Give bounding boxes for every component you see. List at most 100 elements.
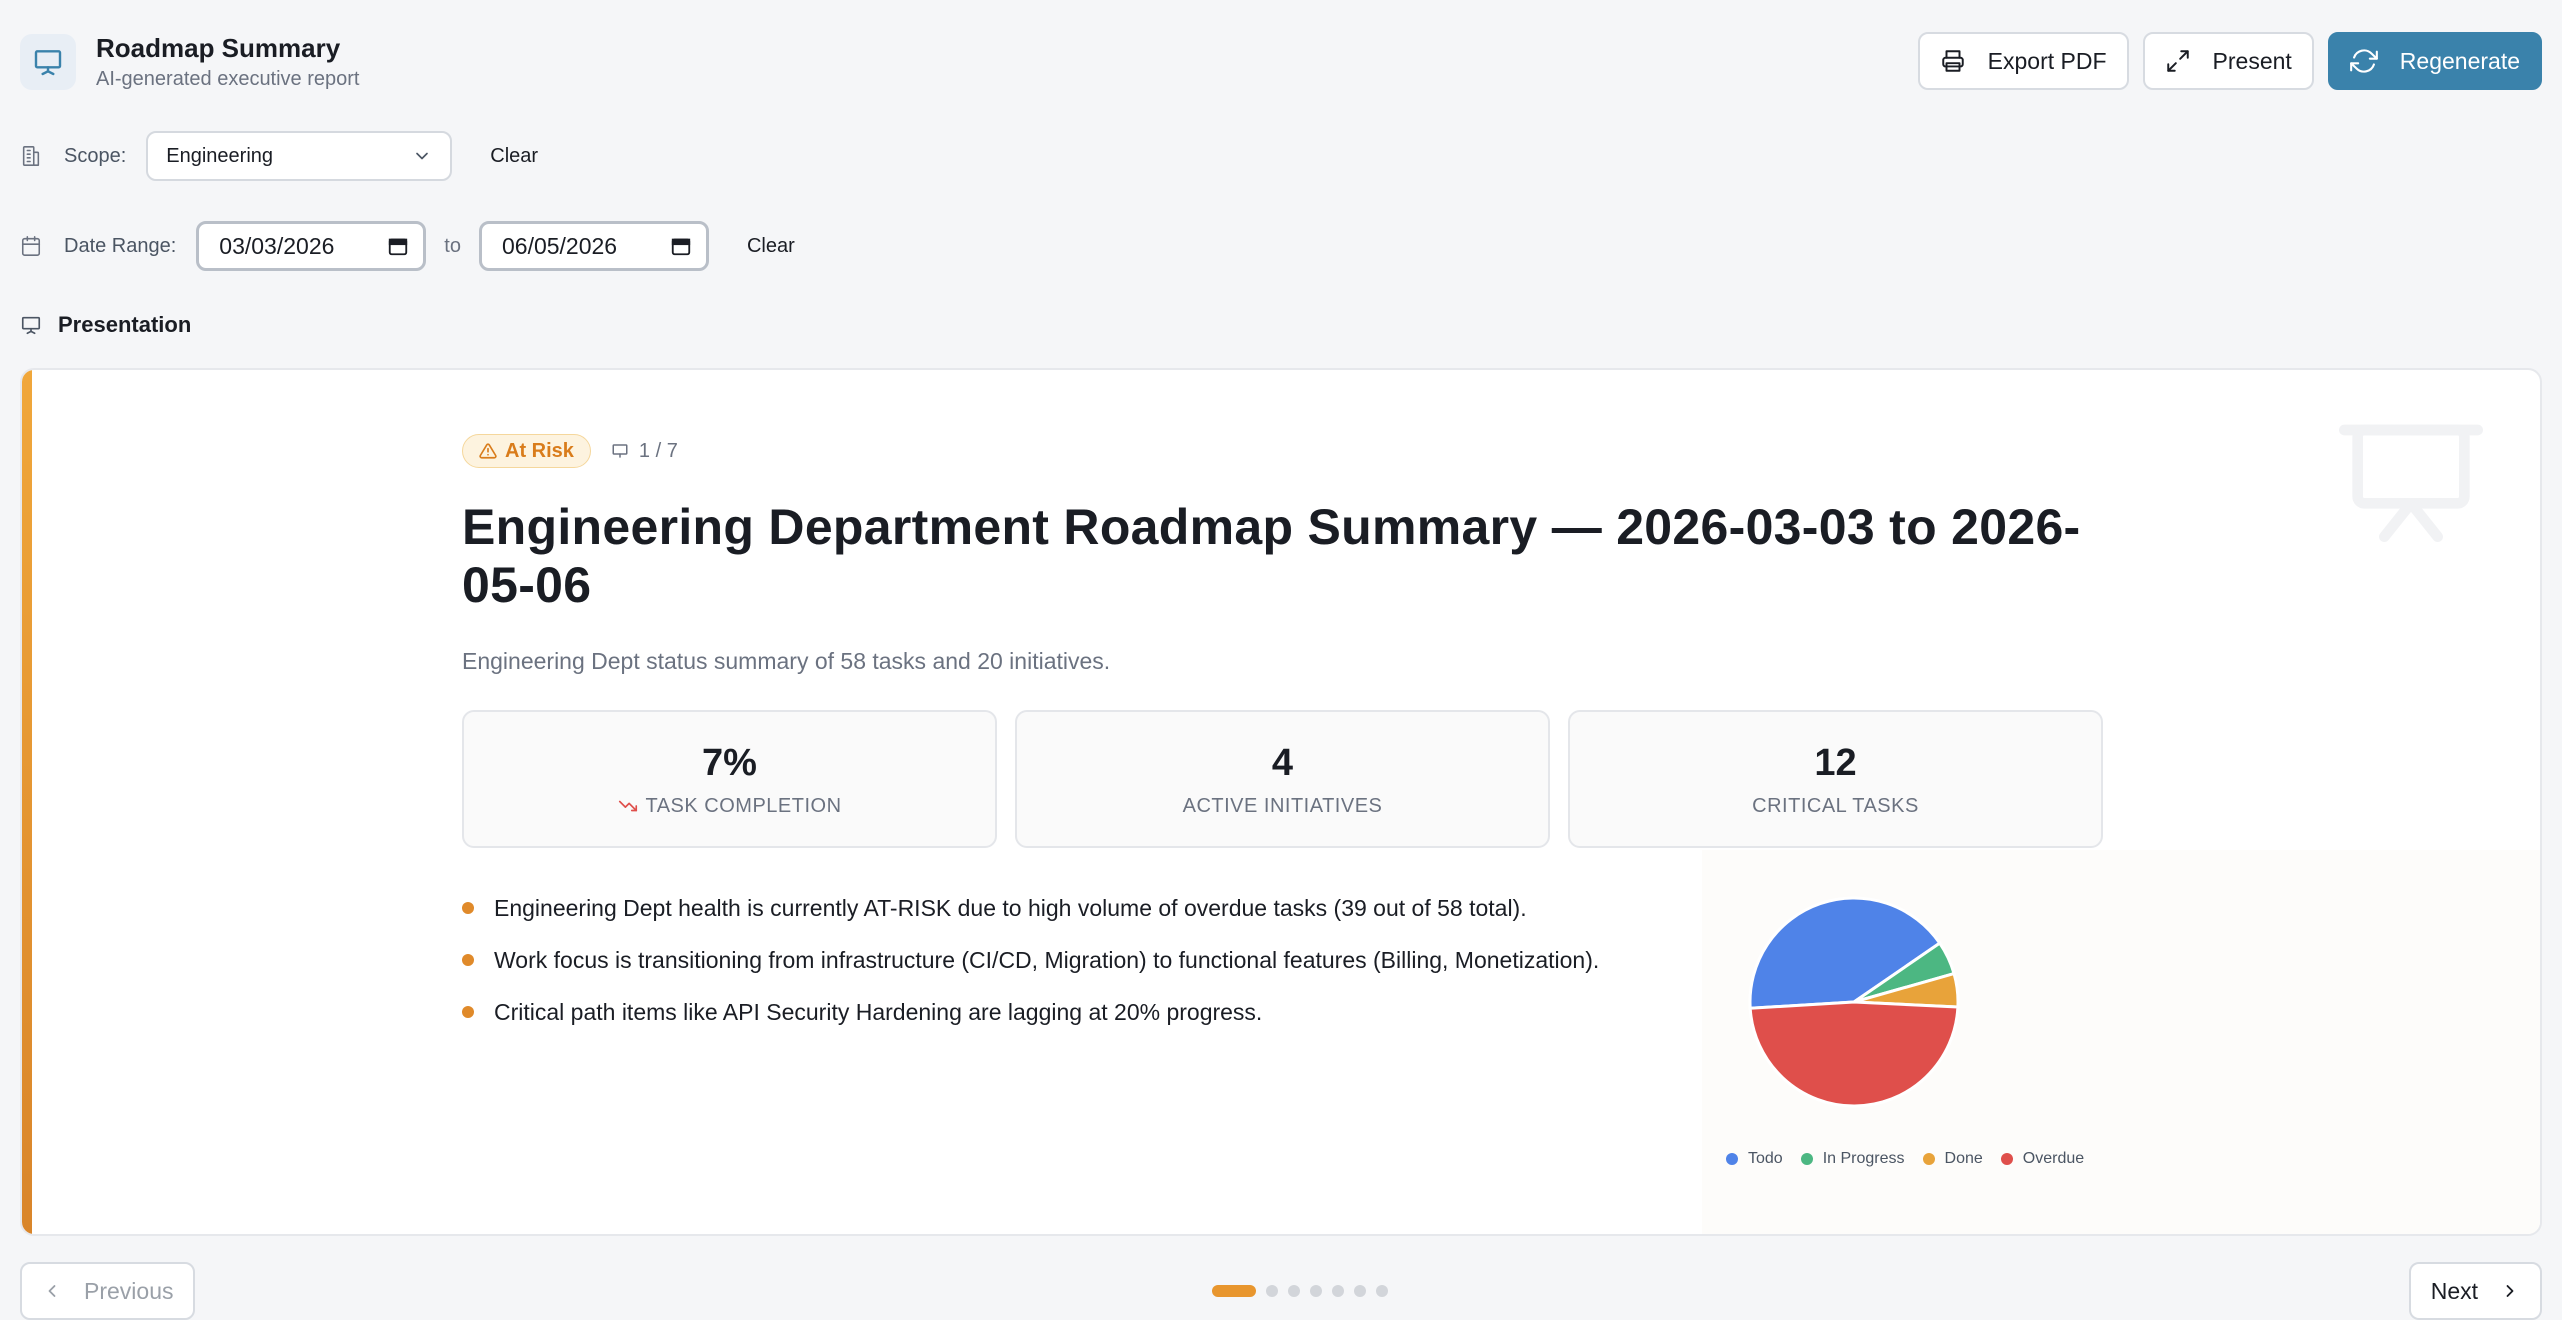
pie-chart-svg (1748, 896, 1960, 1108)
calendar-icon (21, 236, 41, 256)
scope-label: Scope: (64, 144, 127, 167)
kpi-label: ACTIVE INITIATIVES (1182, 794, 1383, 817)
next-button[interactable]: Next (2408, 1262, 2542, 1320)
refresh-icon (2349, 49, 2378, 73)
expand-icon (2166, 50, 2189, 72)
status-badge: At Risk (462, 434, 591, 468)
bullet-text: Work focus is transitioning from infrast… (494, 946, 1600, 973)
previous-label: Previous (84, 1277, 174, 1304)
date-clear-button[interactable]: Clear (747, 235, 795, 258)
slide-title: Engineering Department Roadmap Summary —… (462, 499, 2081, 613)
slide-icon (612, 444, 628, 458)
legend-dot (1800, 1153, 1813, 1165)
pagination-dot-7[interactable] (1376, 1285, 1388, 1297)
chevron-right-icon (2506, 1285, 2514, 1297)
export-pdf-label: Export PDF (1987, 47, 2107, 74)
kpi-card-active-initiatives: 4 ACTIVE INITIATIVES (1015, 710, 1550, 848)
roadmap-summary-page: Roadmap Summary AI-generated executive r… (0, 0, 2562, 1320)
scope-filter: Scope: Engineering Clear (20, 131, 538, 181)
slide-description: Engineering Dept status summary of 58 ta… (462, 648, 1111, 674)
trend-down-icon (619, 800, 638, 812)
presentation-icon (21, 316, 41, 335)
list-item: Work focus is transitioning from infrast… (462, 934, 1599, 986)
scope-select-value: Engineering (166, 144, 274, 167)
legend-label: In Progress (1822, 1150, 1905, 1167)
scope-clear-button[interactable]: Clear (490, 145, 538, 168)
date-to-label: to (444, 234, 461, 257)
building-icon (22, 146, 40, 166)
legend-item-done: Done (1922, 1150, 1983, 1168)
kpi-row: 7% TASK COMPLETION 4 ACTIVE INITIATIVES … (462, 710, 2103, 848)
kpi-label: TASK COMPLETION (617, 795, 841, 818)
pagination-dot-1[interactable] (1212, 1285, 1256, 1297)
slide-accent-bar (22, 370, 32, 1234)
list-item: Critical path items like API Security Ha… (462, 986, 1599, 1038)
present-label: Present (2212, 47, 2292, 74)
pagination-dot-5[interactable] (1332, 1285, 1344, 1297)
previous-button[interactable]: Previous (20, 1262, 196, 1320)
legend-item-todo: Todo (1726, 1150, 1783, 1168)
chevron-left-icon (48, 1285, 56, 1297)
kpi-label: CRITICAL TASKS (1752, 794, 1919, 817)
bullet-dot (462, 1006, 474, 1018)
slide-card: At Risk 1 / 7 Engineering Department Roa… (20, 368, 2542, 1236)
page-title: Roadmap Summary (96, 33, 341, 63)
slide-counter: 1 / 7 (611, 440, 678, 463)
date-from-input[interactable]: 03/03/2026 (196, 221, 427, 271)
presentation-icon (20, 34, 76, 90)
bullet-dot (462, 902, 474, 914)
next-label: Next (2430, 1277, 2478, 1304)
slide-status-row: At Risk 1 / 7 (462, 434, 678, 468)
date-to-input[interactable]: 06/05/2026 (478, 221, 709, 271)
pagination-dot-3[interactable] (1288, 1285, 1300, 1297)
legend-label: Todo (1748, 1150, 1783, 1167)
printer-icon (1941, 50, 1964, 72)
bullet-text: Critical path items like API Security Ha… (494, 998, 1263, 1025)
date-range-label: Date Range: (64, 234, 177, 257)
bullet-dot (462, 954, 474, 966)
legend-item-in-progress: In Progress (1800, 1150, 1905, 1168)
list-item: Engineering Dept health is currently AT-… (462, 882, 1599, 934)
bullet-text: Engineering Dept health is currently AT-… (494, 894, 1527, 921)
slide-counter-text: 1 / 7 (638, 439, 678, 462)
status-pie-chart (1742, 890, 1982, 1135)
kpi-card-task-completion: 7% TASK COMPLETION (462, 710, 997, 848)
export-pdf-button[interactable]: Export PDF (1917, 32, 2129, 90)
date-from-value: 03/03/2026 (219, 232, 335, 259)
scope-select[interactable]: Engineering (146, 131, 453, 181)
status-badge-label: At Risk (505, 439, 574, 462)
calendar-picker-icon[interactable] (387, 235, 409, 257)
kpi-value: 12 (1814, 741, 1857, 784)
legend-dot (1726, 1153, 1738, 1165)
kpi-value: 4 (1271, 741, 1294, 784)
legend-item-overdue: Overdue (2000, 1150, 2085, 1168)
slide-pagination-dots (1212, 1285, 1388, 1297)
pagination-dot-2[interactable] (1266, 1285, 1278, 1297)
regenerate-label: Regenerate (2399, 47, 2520, 74)
date-range-filter: Date Range: 03/03/2026 to 06/05/2026 Cle… (20, 221, 795, 271)
kpi-card-critical-tasks: 12 CRITICAL TASKS (1568, 710, 2103, 848)
date-to-value: 06/05/2026 (501, 232, 618, 259)
page-subtitle: AI-generated executive report (96, 68, 360, 90)
legend-dot (2000, 1153, 2013, 1165)
summary-bullets: Engineering Dept health is currently AT-… (462, 882, 1599, 1038)
present-button[interactable]: Present (2142, 32, 2314, 90)
presentation-section-label: Presentation (20, 312, 191, 338)
pagination-dot-4[interactable] (1310, 1285, 1322, 1297)
chevron-down-icon (416, 152, 429, 160)
app-header: Roadmap Summary AI-generated executive r… (20, 32, 360, 92)
warning-icon (479, 443, 497, 459)
presentation-watermark-icon (2339, 424, 2483, 542)
legend-label: Done (1944, 1150, 1983, 1167)
pagination-dot-6[interactable] (1354, 1285, 1366, 1297)
calendar-picker-icon[interactable] (670, 235, 692, 257)
regenerate-button[interactable]: Regenerate (2327, 32, 2542, 90)
section-title: Presentation (58, 312, 192, 337)
top-actions: Export PDF Present Regenerate (1917, 32, 2542, 90)
pie-slice-overdue[interactable] (1748, 1000, 1960, 1108)
legend-label: Overdue (2022, 1150, 2085, 1167)
legend-dot (1922, 1153, 1935, 1165)
kpi-value: 7% (702, 741, 757, 784)
pie-legend: Todo In Progress Done Overdue (1726, 1150, 2084, 1168)
kpi-label-text: TASK COMPLETION (645, 794, 842, 817)
